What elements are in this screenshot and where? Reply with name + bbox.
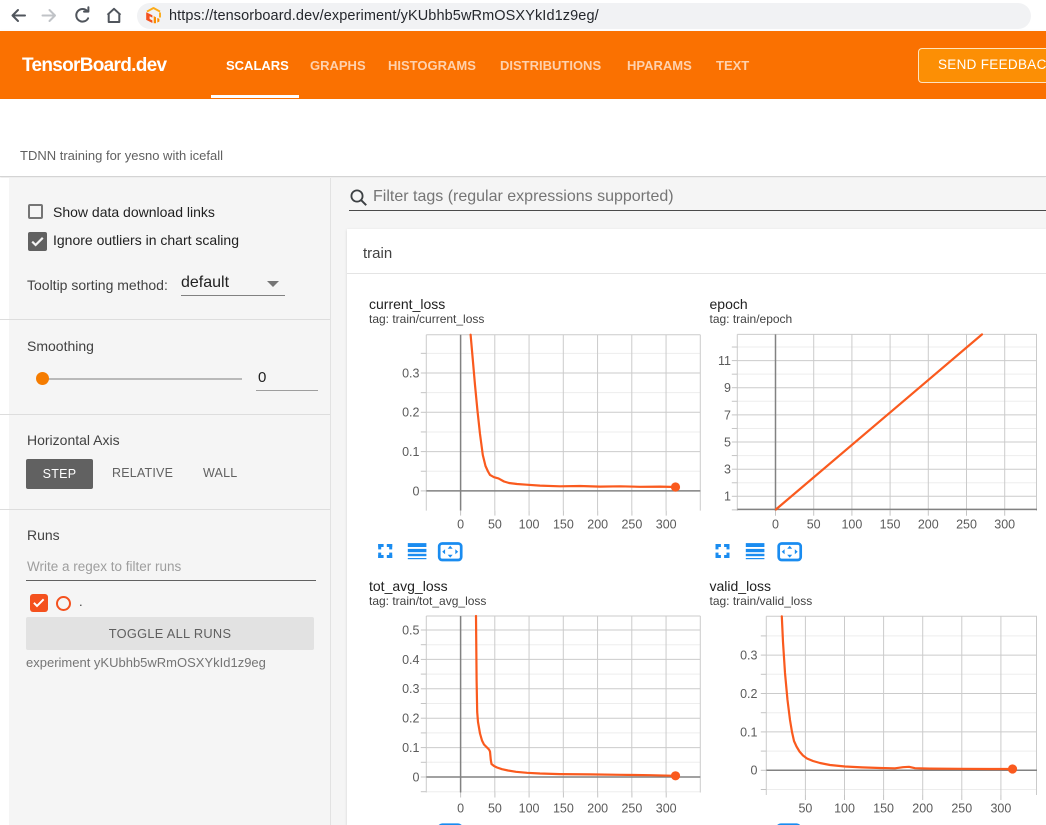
svg-text:0: 0: [457, 801, 464, 815]
svg-text:150: 150: [553, 518, 574, 532]
svg-text:11: 11: [718, 354, 731, 368]
svg-text:200: 200: [918, 518, 939, 532]
svg-text:250: 250: [956, 518, 977, 532]
svg-text:150: 150: [873, 801, 894, 815]
svg-text:0: 0: [413, 770, 420, 784]
svg-text:100: 100: [519, 801, 540, 815]
svg-text:9: 9: [724, 381, 731, 395]
svg-text:200: 200: [587, 518, 608, 532]
svg-text:50: 50: [488, 801, 502, 815]
svg-text:0.5: 0.5: [402, 623, 419, 637]
svg-text:0: 0: [413, 484, 420, 498]
svg-text:1: 1: [724, 490, 731, 504]
svg-text:300: 300: [990, 801, 1011, 815]
svg-text:200: 200: [912, 801, 933, 815]
svg-text:300: 300: [994, 518, 1015, 532]
svg-text:0.1: 0.1: [402, 445, 419, 459]
svg-text:250: 250: [621, 801, 642, 815]
svg-text:250: 250: [621, 518, 642, 532]
svg-text:0.2: 0.2: [402, 712, 419, 726]
svg-text:0.1: 0.1: [402, 741, 419, 755]
svg-text:0.3: 0.3: [740, 649, 757, 663]
svg-text:100: 100: [519, 518, 540, 532]
svg-text:300: 300: [656, 518, 677, 532]
svg-text:50: 50: [488, 518, 502, 532]
svg-text:300: 300: [656, 801, 677, 815]
svg-text:100: 100: [834, 801, 855, 815]
svg-text:3: 3: [724, 463, 731, 477]
svg-text:0.2: 0.2: [402, 406, 419, 420]
svg-text:200: 200: [587, 801, 608, 815]
svg-text:0.3: 0.3: [402, 682, 419, 696]
svg-text:5: 5: [724, 435, 731, 449]
svg-text:0.3: 0.3: [402, 366, 419, 380]
svg-text:100: 100: [841, 518, 862, 532]
svg-text:50: 50: [807, 518, 821, 532]
svg-text:150: 150: [880, 518, 901, 532]
svg-text:0.4: 0.4: [402, 653, 419, 667]
svg-text:7: 7: [724, 408, 731, 422]
svg-text:0: 0: [751, 764, 758, 778]
svg-text:0.1: 0.1: [740, 725, 757, 739]
svg-text:250: 250: [951, 801, 972, 815]
svg-text:0: 0: [772, 518, 779, 532]
svg-text:0.2: 0.2: [740, 687, 757, 701]
svg-text:150: 150: [553, 801, 574, 815]
svg-text:50: 50: [798, 801, 812, 815]
svg-text:0: 0: [457, 518, 464, 532]
